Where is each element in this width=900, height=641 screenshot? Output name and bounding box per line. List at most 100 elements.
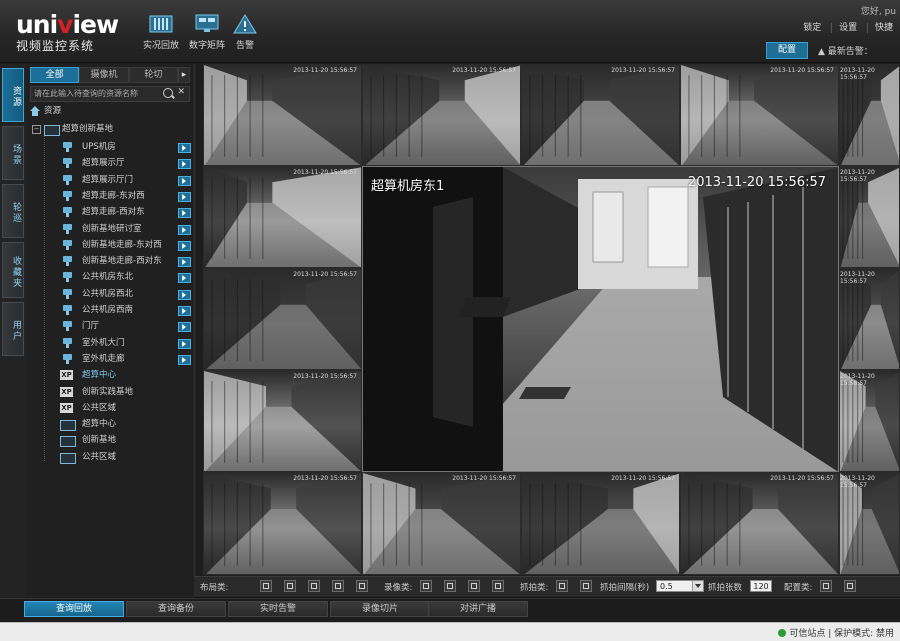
play-icon[interactable] (178, 257, 191, 268)
main-video-tile[interactable]: 超算机房东1 2013-11-20 15:56:57 (362, 166, 839, 472)
tab-query-backup[interactable]: 查询备份 (126, 601, 226, 617)
tab-record-clip[interactable]: 录像切片 (330, 601, 430, 617)
video-tile[interactable]: 2013-11-20 15:56:57 (839, 166, 900, 268)
play-icon[interactable] (178, 322, 191, 333)
video-tile[interactable]: 2013-11-20 15:56:57 (203, 370, 362, 472)
play-icon[interactable] (178, 289, 191, 300)
tree-camera[interactable]: 室外机走廊 (60, 352, 194, 366)
lock-link[interactable]: 锁定 (796, 23, 828, 33)
camera-icon (60, 207, 74, 218)
tree-camera[interactable]: 门厅 (60, 319, 194, 333)
tile-timestamp: 2013-11-20 15:56:57 (293, 271, 357, 278)
latest-alarm[interactable]: ▲ 最新告警： (818, 44, 873, 57)
video-tile[interactable]: 2013-11-20 15:56:57 (203, 64, 362, 166)
video-tile[interactable]: 2013-11-20 15:56:57 (521, 64, 680, 166)
tree-camera[interactable]: 超算展示厅 (60, 156, 194, 170)
tree-camera[interactable]: 超算走廊-西对东 (60, 205, 194, 219)
video-tile[interactable]: 2013-11-20 15:56:57 (521, 472, 680, 575)
video-tile[interactable]: 2013-11-20 15:56:57 (839, 370, 900, 472)
play-icon[interactable] (178, 159, 191, 170)
tab-query-playback[interactable]: 查询回放 (24, 601, 124, 617)
tree-camera[interactable]: 公共机房西北 (60, 287, 194, 301)
capture-folder-icon[interactable] (580, 580, 592, 592)
main-camera-scene (363, 167, 838, 471)
video-tile[interactable]: 2013-11-20 15:56:57 (839, 472, 900, 575)
tree-camera[interactable]: 公共机房西南 (60, 303, 194, 317)
video-tile[interactable]: 2013-11-20 15:56:57 (203, 268, 362, 370)
tree-label: 公共机房东北 (82, 272, 134, 283)
nav-alarm[interactable]: 告警 (220, 14, 270, 51)
tree-xp-group[interactable]: XP 创新实践基地 (60, 385, 194, 399)
shortcut-link[interactable]: 快捷 (866, 23, 900, 33)
chevron-right-icon[interactable]: ▸ (177, 67, 190, 83)
layout-9-icon[interactable] (308, 580, 320, 592)
video-tile[interactable]: 2013-11-20 15:56:57 (839, 268, 900, 370)
video-tile[interactable]: 2013-11-20 15:56:57 (839, 64, 900, 166)
record-settings-icon[interactable] (492, 580, 504, 592)
capture-icon[interactable] (556, 580, 568, 592)
tile-timestamp: 2013-11-20 15:56:57 (293, 169, 357, 176)
video-tile[interactable]: 2013-11-20 15:56:57 (362, 64, 521, 166)
play-icon[interactable] (178, 240, 191, 251)
vtab-user[interactable]: 用户 (2, 302, 24, 356)
video-tile[interactable]: 2013-11-20 15:56:57 (203, 472, 362, 575)
tab-all[interactable]: 全部 (30, 67, 80, 83)
camera-scene (522, 65, 679, 165)
tree-camera[interactable]: 创新基地走廊-东对西 (60, 238, 194, 252)
expand-icon[interactable] (844, 580, 856, 592)
play-icon[interactable] (178, 273, 191, 284)
fullscreen-icon[interactable] (356, 580, 368, 592)
collapse-icon[interactable]: − (32, 125, 41, 134)
tree-camera[interactable]: 创新基地研讨室 (60, 222, 194, 236)
layout-16-icon[interactable] (332, 580, 344, 592)
tree-folder[interactable]: 超算中心 (60, 417, 194, 432)
tree-xp-group[interactable]: XP 公共区域 (60, 401, 194, 415)
volume-icon[interactable] (820, 580, 832, 592)
layout-1-icon[interactable] (260, 580, 272, 592)
interval-select[interactable]: 0.5 (656, 580, 704, 592)
video-tile[interactable]: 2013-11-20 15:56:57 (680, 64, 839, 166)
tab-intercom[interactable]: 对讲广播 (428, 601, 528, 617)
record-folder-icon[interactable] (468, 580, 480, 592)
settings-link[interactable]: 设置 (831, 23, 865, 33)
play-icon[interactable] (178, 143, 191, 153)
tree-folder[interactable]: 创新基地 (60, 433, 194, 448)
tree-camera[interactable]: 超算走廊-东对西 (60, 189, 194, 203)
tree-camera[interactable]: 超算展示厅门 (60, 173, 194, 187)
record-start-icon[interactable] (420, 580, 432, 592)
chevron-down-icon[interactable] (692, 581, 703, 591)
layout-4-icon[interactable] (284, 580, 296, 592)
nav-live-playback[interactable]: 实况回放 (136, 14, 186, 51)
play-icon[interactable] (178, 224, 191, 235)
tree-camera[interactable]: 室外机大门 (60, 336, 194, 350)
vtab-favorites[interactable]: 收藏夹 (2, 242, 24, 298)
tree-camera[interactable]: 公共机房东北 (60, 270, 194, 284)
play-icon[interactable] (178, 191, 191, 202)
vtab-tour[interactable]: 轮巡 (2, 184, 24, 238)
play-icon[interactable] (178, 175, 191, 186)
tree-folder[interactable]: 公共区域 (60, 450, 194, 464)
play-icon[interactable] (178, 306, 191, 316)
close-icon[interactable]: ✕ (177, 87, 185, 97)
video-tile[interactable]: 2013-11-20 15:56:57 (680, 472, 839, 575)
vtab-scene[interactable]: 场景 (2, 126, 24, 180)
play-icon[interactable] (178, 208, 191, 219)
search-input[interactable] (31, 87, 147, 99)
camera-icon (60, 190, 74, 201)
tab-switch[interactable]: 轮切 (128, 67, 178, 83)
search-icon[interactable] (163, 88, 173, 98)
tab-cameras[interactable]: 摄像机 (79, 67, 129, 83)
play-icon[interactable] (178, 354, 191, 365)
vtab-resource[interactable]: 资源 (2, 68, 24, 122)
video-tile[interactable]: 2013-11-20 15:56:57 (203, 166, 362, 268)
config-button[interactable]: 配置 (766, 42, 808, 59)
count-input[interactable]: 120 (750, 580, 772, 592)
tree-camera[interactable]: 创新基地走廊-西对东 (60, 254, 194, 268)
tree-xp-group[interactable]: XP 超算中心 (60, 368, 194, 382)
tree-camera[interactable]: UPS机房 (60, 140, 194, 154)
record-stop-icon[interactable] (444, 580, 456, 592)
play-icon[interactable] (178, 338, 191, 349)
video-tile[interactable]: 2013-11-20 15:56:57 (362, 472, 521, 575)
config-label: 配置类: (784, 583, 813, 593)
tab-realtime-alarm[interactable]: 实时告警 (228, 601, 328, 617)
